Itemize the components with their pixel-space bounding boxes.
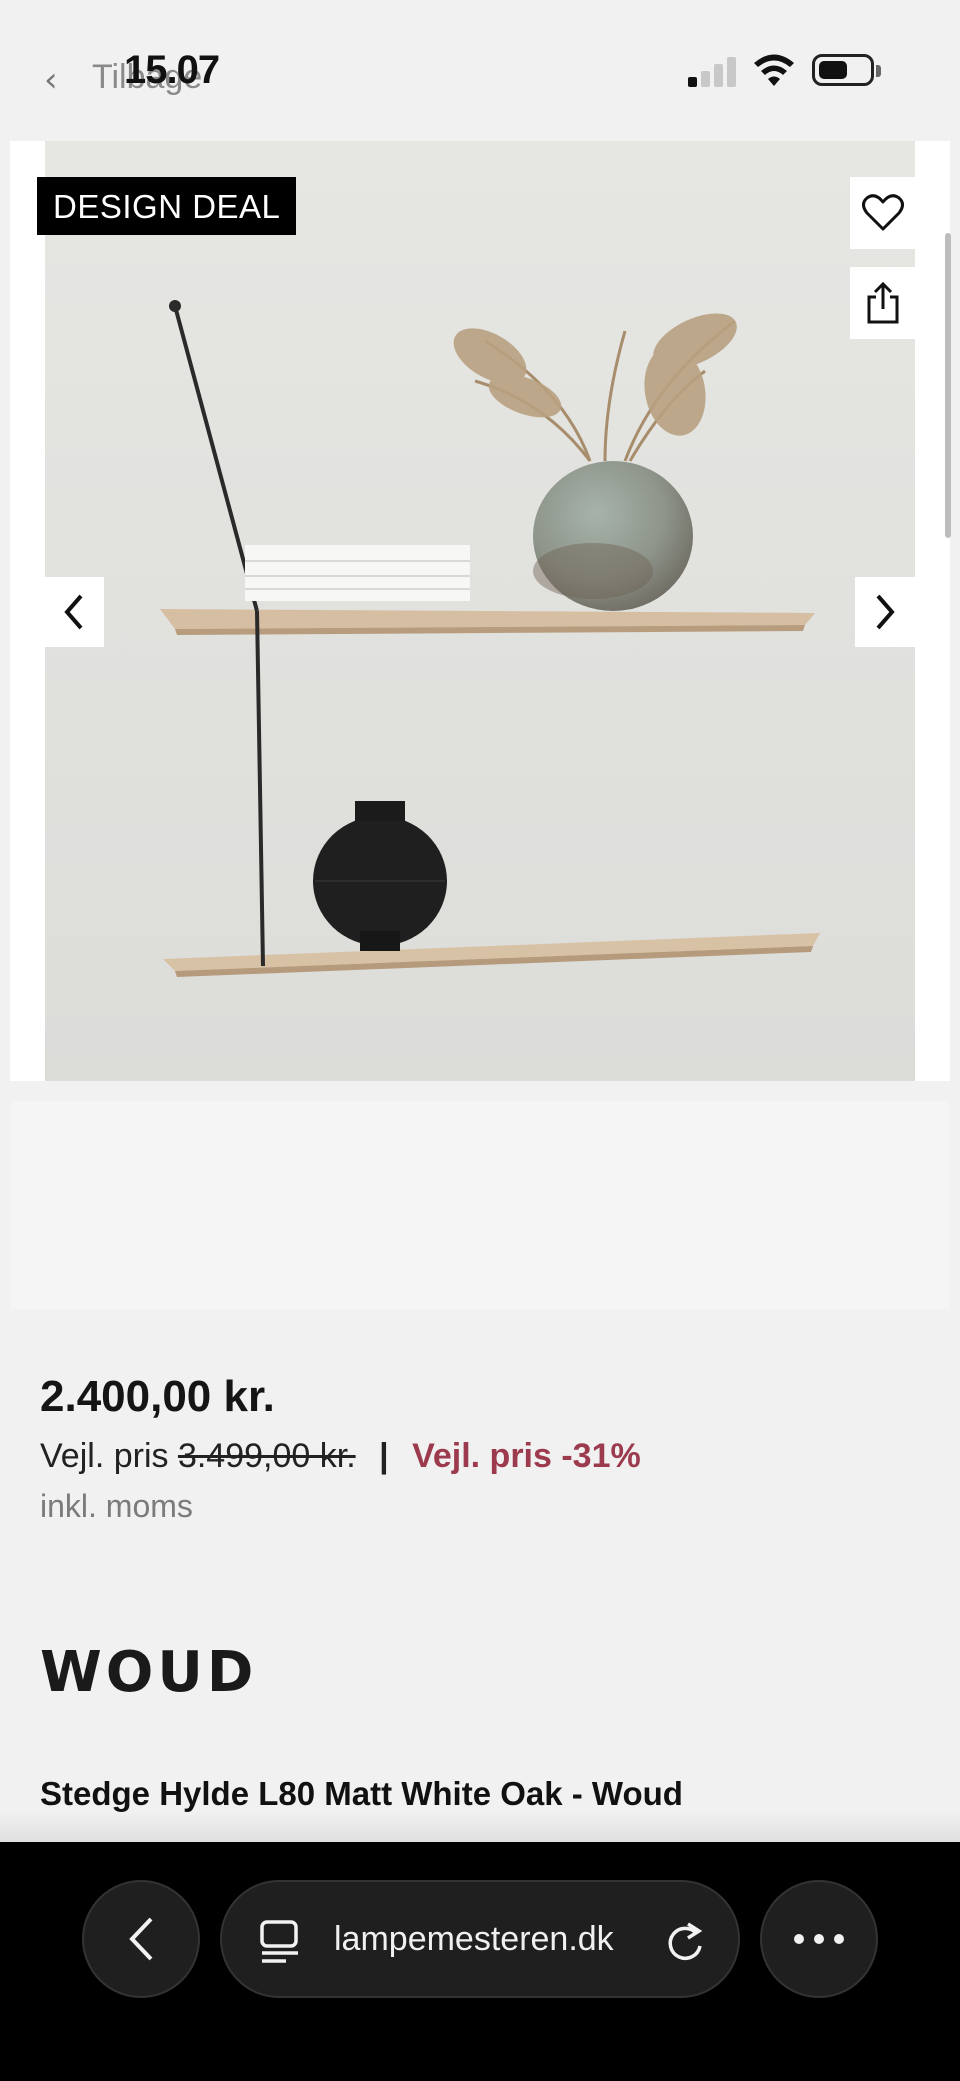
- product-image[interactable]: [45, 141, 915, 1081]
- browser-back-button[interactable]: [82, 1880, 200, 1998]
- url-text: lampemesteren.dk: [334, 1920, 614, 1958]
- product-price: 2.400,00 kr.: [40, 1372, 275, 1421]
- design-deal-badge: DESIGN DEAL: [37, 177, 297, 235]
- chevron-left-icon: [129, 1917, 153, 1961]
- chevron-right-icon: [876, 594, 895, 630]
- browser-toolbar: lampemesteren.dk: [0, 1842, 960, 2081]
- thumbnail-area: [10, 1101, 950, 1309]
- page-scrollbar[interactable]: [945, 233, 951, 538]
- share-button[interactable]: [850, 267, 916, 339]
- recommended-price-line: Vejl. pris 3.499,00 kr. | Vejl. pris -31…: [40, 1437, 641, 1476]
- gallery-prev-button[interactable]: [44, 577, 104, 647]
- wifi-icon: [754, 54, 794, 86]
- heart-icon: [862, 194, 904, 231]
- vat-note: inkl. moms: [40, 1488, 193, 1524]
- wishlist-button[interactable]: [850, 177, 916, 249]
- reco-label: Vejl. pris: [40, 1437, 169, 1475]
- signal-icon: [688, 55, 738, 87]
- more-icon: [794, 1934, 844, 1944]
- reco-price: 3.499,00 kr.: [177, 1437, 356, 1475]
- chevron-left-icon: [64, 594, 83, 630]
- battery-icon: [812, 54, 881, 86]
- discount-label: Vejl. pris -31%: [412, 1437, 641, 1475]
- share-icon: [867, 281, 899, 324]
- toolbar-shadow: [0, 1812, 960, 1842]
- product-title: Stedge Hylde L80 Matt White Oak - Woud: [40, 1775, 683, 1812]
- brand-logo[interactable]: WOUD: [40, 1640, 257, 1705]
- status-bar: ‹ Tilbage 15.07: [0, 0, 960, 140]
- reload-icon[interactable]: [664, 1920, 706, 1964]
- price-separator: |: [379, 1437, 389, 1475]
- product-gallery[interactable]: DESIGN DEAL: [10, 141, 950, 1081]
- status-time: 15.07: [124, 48, 220, 92]
- more-options-button[interactable]: [760, 1880, 878, 1998]
- back-chevron-icon[interactable]: ‹: [44, 60, 58, 100]
- address-bar[interactable]: lampemesteren.dk: [220, 1880, 740, 1998]
- tabs-icon: [260, 1920, 298, 1963]
- gallery-next-button[interactable]: [855, 577, 915, 647]
